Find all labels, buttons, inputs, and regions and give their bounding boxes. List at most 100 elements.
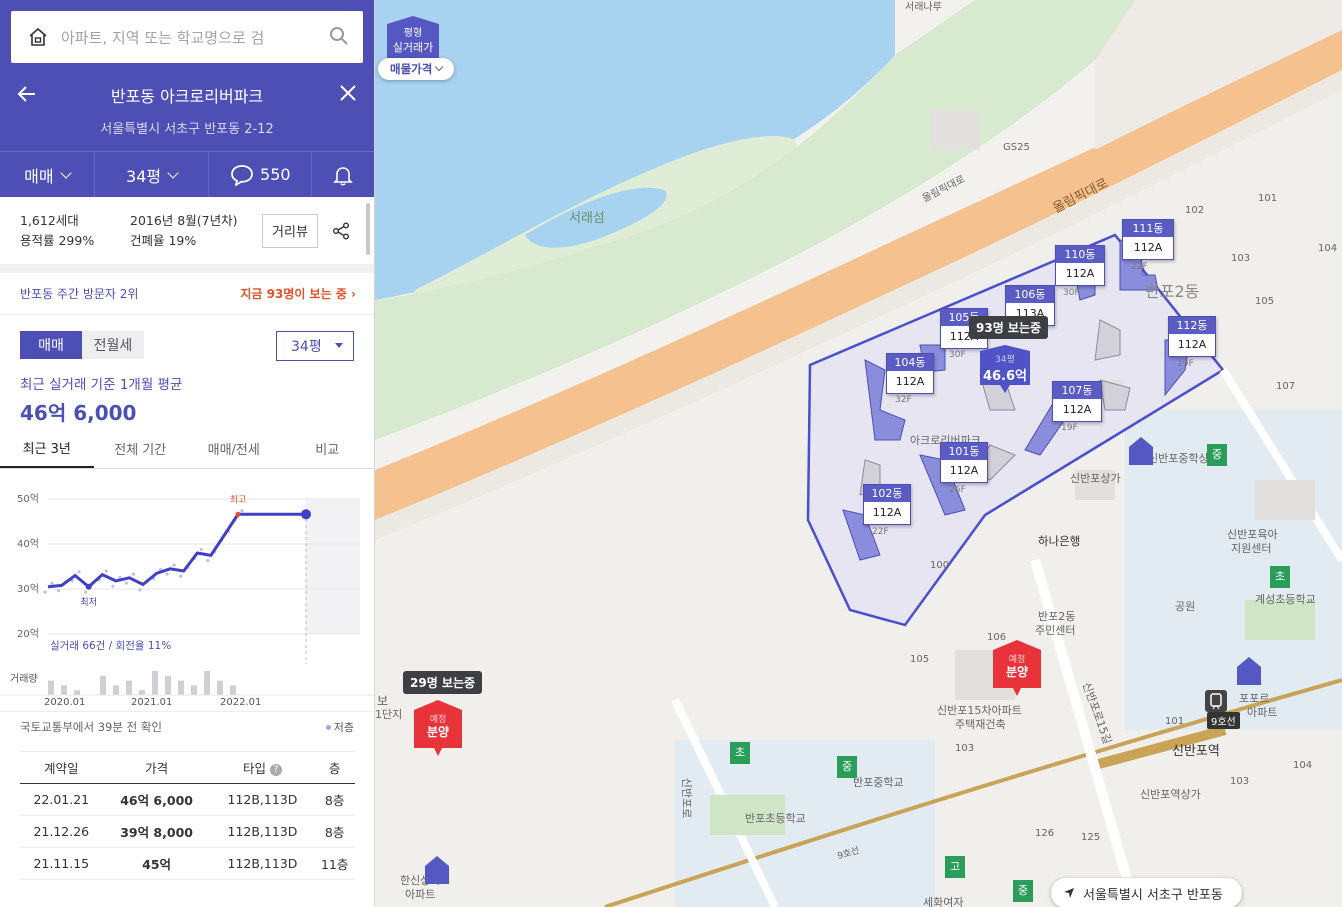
dong-label[interactable]: 101동 112A bbox=[940, 442, 988, 483]
segment-rent[interactable]: 전월세 bbox=[82, 331, 144, 359]
current-location-pill[interactable]: 서울특별시 서초구 반포동 bbox=[1051, 878, 1242, 907]
dong-label[interactable]: 107동 112A bbox=[1052, 381, 1102, 422]
presale-marker[interactable]: 예정 분양 bbox=[993, 640, 1041, 696]
info-col-1: 1,612세대 용적률 299% bbox=[20, 211, 130, 251]
chevron-down-icon bbox=[435, 62, 444, 72]
search-input[interactable]: 아파트, 지역 또는 학교명으로 검 bbox=[11, 11, 363, 63]
block-number: 104 bbox=[1293, 760, 1313, 771]
tab-compare[interactable]: 비교 bbox=[281, 429, 375, 468]
unit-type: 112A bbox=[949, 464, 979, 477]
volume-bar bbox=[126, 680, 132, 695]
map[interactable]: 서래섬 올림픽대로 올림픽대로 GS25 서래나루 반포2동 아크로리버파크 신… bbox=[375, 0, 1342, 907]
school-high-badge[interactable]: 고 bbox=[945, 856, 965, 878]
building bbox=[930, 110, 980, 150]
trade-type-label: 매매 bbox=[24, 166, 54, 186]
subway-station-icon[interactable] bbox=[1205, 690, 1227, 712]
street-view-button[interactable]: 거리뷰 bbox=[262, 213, 318, 248]
table-row[interactable]: 22.01.21 46억 6,000 112B,113D 8층 bbox=[20, 783, 355, 816]
dong-label[interactable]: 102동 112A bbox=[863, 484, 911, 525]
volume-bar bbox=[113, 685, 119, 695]
volume-bar bbox=[152, 671, 158, 695]
block-number: 125 bbox=[1081, 832, 1101, 843]
house-icon[interactable] bbox=[1127, 435, 1155, 465]
school-elementary-badge[interactable]: 초 bbox=[1270, 566, 1290, 588]
layer-control[interactable]: 평형 실거래가 bbox=[387, 16, 439, 58]
help-icon[interactable]: ? bbox=[269, 763, 282, 776]
price-chart[interactable]: 50억 40억 30억 20억 최고 최저 실거래 66건 / 회전율 11% 거래량 bbox=[0, 469, 374, 697]
comments-button[interactable]: 550 bbox=[209, 152, 313, 197]
block-number: 126 bbox=[1035, 828, 1055, 839]
dong-number: 104동 bbox=[887, 354, 933, 371]
volume-bar bbox=[100, 675, 106, 695]
school-middle-badge[interactable]: 중 bbox=[1207, 444, 1227, 466]
table-row[interactable]: 21.12.26 39억 8,000 112B,113D 8층 bbox=[20, 815, 355, 848]
close-icon[interactable] bbox=[338, 83, 358, 103]
trade-point bbox=[199, 547, 203, 551]
scrollbar-thumb[interactable] bbox=[366, 203, 370, 255]
home-icon[interactable] bbox=[27, 26, 49, 48]
segment-sale[interactable]: 매매 bbox=[20, 331, 82, 359]
volume-bar bbox=[217, 680, 223, 695]
visitors-row[interactable]: 반포동 주간 방문자 2위 지금 93명이 보는 중 › bbox=[0, 273, 374, 315]
block-number: 105 bbox=[910, 654, 930, 665]
speech-bubble-icon bbox=[231, 164, 253, 186]
share-icon[interactable] bbox=[332, 222, 350, 240]
size-select[interactable]: 34평 bbox=[276, 331, 354, 361]
chevron-down-icon bbox=[59, 166, 72, 179]
tab-recent-3y[interactable]: 최근 3년 bbox=[0, 429, 94, 468]
trade-point bbox=[50, 581, 54, 585]
dong-label[interactable]: 112동 112A bbox=[1168, 316, 1216, 357]
tab-all-period[interactable]: 전체 기간 bbox=[94, 429, 188, 468]
layer-bottom-label: 실거래가 bbox=[392, 41, 434, 54]
cell-floor: 8층 bbox=[314, 783, 355, 816]
now-viewing-text: 지금 93명이 보는 중 bbox=[240, 287, 347, 301]
presale-marker[interactable]: 예정 분양 bbox=[414, 700, 462, 756]
size-dropdown[interactable]: 34평 bbox=[95, 152, 210, 197]
price-type-label: 매물가격 bbox=[390, 62, 433, 76]
legend-low-floor: 저층 bbox=[325, 719, 354, 735]
size-label: 34평 bbox=[126, 166, 162, 186]
x-tick-label: 2021.01 bbox=[131, 697, 173, 708]
y-tick-label: 40억 bbox=[17, 538, 39, 550]
floor-label: 22F bbox=[872, 527, 889, 537]
price-line bbox=[47, 512, 306, 589]
dong-number: 111동 bbox=[1123, 220, 1173, 237]
size-select-value: 34평 bbox=[291, 339, 322, 355]
col-date: 계약일 bbox=[20, 751, 103, 784]
build-date: 2016년 8월(7년차) bbox=[130, 212, 238, 228]
trade-point bbox=[84, 590, 88, 594]
x-axis: 2020.01 2021.01 2022.01 bbox=[0, 697, 374, 711]
label-gs25: GS25 bbox=[1003, 142, 1030, 153]
volume-bar bbox=[74, 690, 80, 695]
floor-label: 19F bbox=[1061, 423, 1078, 433]
school-middle-badge[interactable]: 중 bbox=[1013, 880, 1033, 902]
label-banpo2dong: 반포2동 bbox=[1145, 282, 1200, 301]
block-number: 104 bbox=[1318, 243, 1338, 254]
table-row[interactable]: 21.11.15 45억 112B,113D 11층 bbox=[20, 847, 355, 880]
dong-label[interactable]: 110동 112A bbox=[1055, 245, 1105, 286]
volume-bar bbox=[61, 685, 67, 695]
info-col-2: 2016년 8월(7년차) 건폐율 19% bbox=[130, 211, 262, 251]
house-icon[interactable] bbox=[423, 854, 451, 884]
tab-sale-jeonse[interactable]: 매매/전세 bbox=[187, 429, 281, 468]
trade-type-dropdown[interactable]: 매매 bbox=[0, 152, 95, 197]
price-marker[interactable]: 34평 46.6억 bbox=[980, 345, 1030, 393]
cell-type: 112B,113D bbox=[210, 815, 315, 848]
school-elementary-badge[interactable]: 초 bbox=[730, 742, 750, 764]
school-middle-badge[interactable]: 중 bbox=[837, 756, 857, 778]
search-icon[interactable] bbox=[329, 26, 349, 46]
back-arrow-icon[interactable] bbox=[16, 83, 38, 105]
dong-label[interactable]: 111동 112A bbox=[1122, 219, 1174, 260]
block-number: 103 bbox=[1230, 776, 1250, 787]
table-header-row: 계약일 가격 타입 ? 층 bbox=[20, 751, 355, 784]
trade-point bbox=[179, 574, 183, 578]
volume-bar bbox=[191, 685, 197, 695]
unit-type: 112A bbox=[1177, 338, 1207, 351]
house-icon[interactable] bbox=[1235, 655, 1263, 685]
bell-icon bbox=[333, 166, 353, 185]
now-viewing-link[interactable]: 지금 93명이 보는 중 › bbox=[240, 285, 356, 302]
alarm-button[interactable] bbox=[312, 152, 374, 197]
y-tick-label: 50억 bbox=[17, 493, 39, 505]
price-type-dropdown[interactable]: 매물가격 bbox=[378, 58, 454, 80]
dong-label[interactable]: 104동 112A bbox=[886, 353, 934, 394]
